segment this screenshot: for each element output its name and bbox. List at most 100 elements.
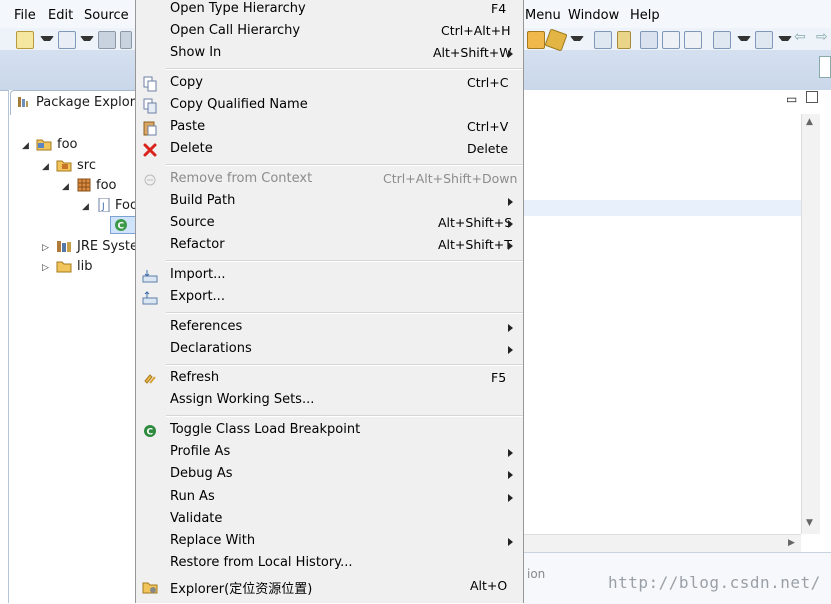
menu-item-shortcut: Alt+Shift+T [438,237,512,252]
bottom-panel-label: ion [527,567,546,581]
collapse-icon[interactable]: ▷ [42,264,50,273]
menu-item-remove-from-context: Remove from Context Ctrl+Alt+Shift+Down [136,169,523,191]
menu-item-delete[interactable]: Delete Delete [136,139,523,161]
menu-item-import[interactable]: Import... [136,265,523,287]
menu-item-references[interactable]: References [136,317,523,339]
tree-label: lib [77,259,93,274]
horizontal-scrollbar[interactable]: ▶ [524,534,801,553]
menu-item-paste[interactable]: Paste Ctrl+V [136,117,523,139]
pencil-icon[interactable] [617,31,631,49]
menu-item-copy-qualified-name[interactable]: Copy Qualified Name [136,95,523,117]
menu-item-label: Declarations [170,341,252,356]
menu-item-run-as[interactable]: Run As [136,487,523,509]
menu-item-validate[interactable]: Validate [136,509,523,531]
tree-label: JRE Syster [77,239,144,254]
menu-item-debug-as[interactable]: Debug As [136,464,523,486]
save-icon[interactable] [98,31,116,49]
tree-item-class-selected[interactable]: C [110,216,136,234]
vertical-scrollbar[interactable]: ▲ ▼ [801,114,820,534]
menu-file[interactable]: File [14,8,36,23]
menu-item-label: Refactor [170,237,225,252]
tree-label: foo [57,137,78,152]
menu-separator [166,68,523,70]
menu-item-label: Import... [170,267,226,282]
menu-item-label: Build Path [170,193,236,208]
brush-icon[interactable] [544,28,568,52]
back-icon[interactable]: ⇦ [794,29,810,45]
menu-item-open-type-hierarchy[interactable]: Open Type Hierarchy F4 [136,0,523,21]
chevron-down-icon[interactable] [778,36,792,47]
submenu-arrow-icon [508,494,513,502]
quick-access-input[interactable] [819,56,831,78]
current-line-highlight [524,200,801,216]
expand-icon[interactable]: ◢ [42,163,50,172]
chevron-down-icon[interactable] [737,36,751,47]
scroll-right-icon[interactable]: ▶ [788,538,795,548]
menu-item-replace-with[interactable]: Replace With [136,531,523,553]
collapse-icon[interactable]: ▷ [42,244,50,253]
menu-item-label: Open Call Hierarchy [170,23,301,38]
menu-item-build-path[interactable]: Build Path [136,191,523,213]
menu-item-label: Open Type Hierarchy [170,1,306,16]
next-annotation-icon[interactable] [713,31,731,49]
prev-annotation-icon[interactable] [755,31,773,49]
menu-item-shortcut: Ctrl+Alt+Shift+Down [383,171,518,186]
maximize-icon[interactable] [806,91,818,103]
expand-icon[interactable]: ◢ [62,183,70,192]
menu-separator [166,260,523,262]
menu-item-shortcut: Alt+Shift+S [438,215,513,230]
menu-item-label: Explorer(定位资源位置) [170,582,313,597]
link-icon[interactable] [640,31,658,49]
menu-item-export[interactable]: Export... [136,287,523,309]
new-package-icon[interactable] [58,31,76,49]
forward-icon[interactable]: ⇨ [816,29,831,45]
submenu-arrow-icon [508,538,513,546]
menu-item-open-call-hierarchy[interactable]: Open Call Hierarchy Ctrl+Alt+H [136,21,523,43]
menu-item-show-in[interactable]: Show In Alt+Shift+W [136,43,523,65]
menu-item-shortcut: Alt+O [470,578,508,593]
chevron-down-icon[interactable] [570,36,584,47]
new-icon[interactable] [16,31,34,49]
explorer-folder-icon [142,582,158,594]
expand-icon[interactable]: ◢ [22,142,30,151]
menu-item-assign-working-sets[interactable]: Assign Working Sets... [136,390,523,412]
paragraph-icon[interactable] [684,31,702,49]
save-all-icon[interactable] [120,31,132,49]
menu-item-explorer[interactable]: Explorer(定位资源位置) Alt+O [136,576,523,598]
menu-item-label: Paste [170,119,206,134]
menu-edit[interactable]: Edit [48,8,73,23]
scroll-down-icon[interactable]: ▼ [806,518,813,528]
menu-item-restore-from-local-history[interactable]: Restore from Local History... [136,553,523,575]
menu-item-label: Copy Qualified Name [170,97,308,112]
menu-item-source[interactable]: Source Alt+Shift+S [136,213,523,235]
menu-item-shortcut: Ctrl+V [467,119,509,134]
menu-window[interactable]: Window [568,8,619,23]
chevron-down-icon[interactable] [40,36,54,47]
expand-icon[interactable]: ◢ [82,203,90,212]
menu-source[interactable]: Source [84,8,129,23]
menu-item-refactor[interactable]: Refactor Alt+Shift+T [136,235,523,257]
package-explorer-icon [18,97,28,107]
package-explorer-tab[interactable]: Package Explore [10,90,143,115]
menu-item-label: Debug As [170,466,233,481]
hierarchy-icon[interactable] [594,31,612,49]
open-icon[interactable] [527,31,545,49]
menu-item-toggle-class-load-breakpoint[interactable]: C Toggle Class Load Breakpoint [136,420,523,442]
menu-item-refresh[interactable]: Refresh F5 [136,368,523,390]
menu-item-profile-as[interactable]: Profile As [136,442,523,464]
menu-item-declarations[interactable]: Declarations [136,339,523,361]
menu-separator [166,312,523,314]
submenu-arrow-icon [508,346,513,354]
minimize-icon[interactable]: ▭ [786,92,797,106]
submenu-arrow-icon [508,220,513,228]
menu-menu[interactable]: Menu [525,8,561,23]
scroll-up-icon[interactable]: ▲ [806,117,813,127]
chevron-down-icon[interactable] [80,36,94,47]
copy-icon [143,76,157,92]
document-icon[interactable] [662,31,680,49]
submenu-arrow-icon [508,198,513,206]
menu-item-copy[interactable]: Copy Ctrl+C [136,73,523,95]
menu-item-label: Refresh [170,370,220,385]
menu-help[interactable]: Help [630,8,660,23]
project-icon [36,139,52,151]
